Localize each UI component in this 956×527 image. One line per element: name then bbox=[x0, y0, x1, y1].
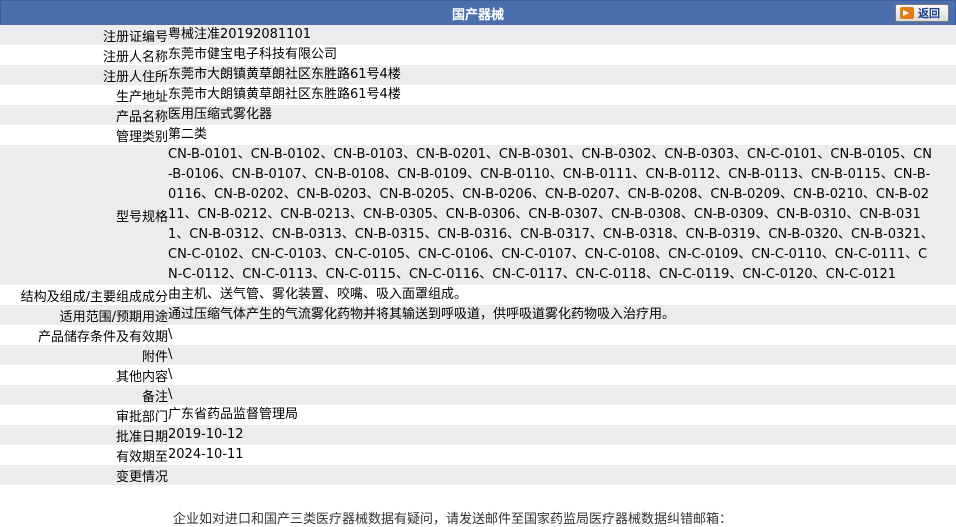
field-label: 适用范围/预期用途 bbox=[0, 305, 168, 325]
table-row: 产品储存条件及有效期 \ bbox=[0, 325, 956, 345]
field-value: 东莞市大朗镇黄草朗社区东胜路61号4楼 bbox=[168, 85, 956, 105]
table-row: 产品名称 医用压缩式雾化器 bbox=[0, 105, 956, 125]
field-value: \ bbox=[168, 365, 956, 385]
field-label: 产品储存条件及有效期 bbox=[0, 325, 168, 345]
table-row: 附件 \ bbox=[0, 345, 956, 365]
field-value: 由主机、送气管、雾化装置、咬嘴、吸入面罩组成。 bbox=[168, 285, 956, 305]
field-label: 结构及组成/主要组成成分 bbox=[0, 285, 168, 305]
device-detail-page: 国产器械 返回 注册证编号 粤械注准20192081101 注册人名称 东莞市健… bbox=[0, 0, 956, 527]
field-label: 型号规格 bbox=[0, 145, 168, 285]
field-label: 注册人名称 bbox=[0, 45, 168, 65]
table-row: 管理类别 第二类 bbox=[0, 125, 956, 145]
back-arrow-icon bbox=[900, 7, 914, 19]
table-row: 型号规格 CN-B-0101、CN-B-0102、CN-B-0103、CN-B-… bbox=[0, 145, 956, 285]
table-row: 注册人住所 东莞市大朗镇黄草朗社区东胜路61号4楼 bbox=[0, 65, 956, 85]
field-label: 有效期至 bbox=[0, 445, 168, 465]
detail-table: 注册证编号 粤械注准20192081101 注册人名称 东莞市健宝电子科技有限公… bbox=[0, 25, 956, 485]
table-row: 注册人名称 东莞市健宝电子科技有限公司 bbox=[0, 45, 956, 65]
field-label: 管理类别 bbox=[0, 125, 168, 145]
field-value: \ bbox=[168, 345, 956, 365]
table-row: 适用范围/预期用途 通过压缩气体产生的气流雾化药物并将其输送到呼吸道，供呼吸道雾… bbox=[0, 305, 956, 325]
field-label: 变更情况 bbox=[0, 465, 168, 485]
table-row: 注册证编号 粤械注准20192081101 bbox=[0, 25, 956, 45]
table-row: 批准日期 2019-10-12 bbox=[0, 425, 956, 445]
field-value: 粤械注准20192081101 bbox=[168, 25, 956, 45]
field-label: 产品名称 bbox=[0, 105, 168, 125]
field-label: 注册证编号 bbox=[0, 25, 168, 45]
back-button[interactable]: 返回 bbox=[895, 4, 949, 22]
model-spec-value: CN-B-0101、CN-B-0102、CN-B-0103、CN-B-0201、… bbox=[168, 147, 934, 282]
field-label: 附件 bbox=[0, 345, 168, 365]
table-row: 生产地址 东莞市大朗镇黄草朗社区东胜路61号4楼 bbox=[0, 85, 956, 105]
field-value: 医用压缩式雾化器 bbox=[168, 105, 956, 125]
table-row: 审批部门 广东省药品监督管理局 bbox=[0, 405, 956, 425]
feedback-note: 企业如对进口和国产三类医疗器械数据有疑问，请发送邮件至国家药监局医疗器械数据纠错… bbox=[173, 512, 733, 527]
field-value: 第二类 bbox=[168, 125, 956, 145]
field-value: 2019-10-12 bbox=[168, 425, 956, 445]
field-label: 其他内容 bbox=[0, 365, 168, 385]
field-value: 通过压缩气体产生的气流雾化药物并将其输送到呼吸道，供呼吸道雾化药物吸入治疗用。 bbox=[168, 305, 956, 325]
field-value: \ bbox=[168, 325, 956, 345]
field-value bbox=[168, 465, 956, 485]
field-label: 批准日期 bbox=[0, 425, 168, 445]
table-row: 变更情况 bbox=[0, 465, 956, 485]
field-label: 生产地址 bbox=[0, 85, 168, 105]
field-value: 东莞市健宝电子科技有限公司 bbox=[168, 45, 956, 65]
table-row: 备注 \ bbox=[0, 385, 956, 405]
page-title: 国产器械 bbox=[451, 7, 504, 23]
field-value: 广东省药品监督管理局 bbox=[168, 405, 956, 425]
field-value: 东莞市大朗镇黄草朗社区东胜路61号4楼 bbox=[168, 65, 956, 85]
back-button-label: 返回 bbox=[918, 7, 940, 20]
field-label: 备注 bbox=[0, 385, 168, 405]
table-row: 有效期至 2024-10-11 bbox=[0, 445, 956, 465]
field-label: 注册人住所 bbox=[0, 65, 168, 85]
table-row: 其他内容 \ bbox=[0, 365, 956, 385]
field-label: 审批部门 bbox=[0, 405, 168, 425]
field-value: 2024-10-11 bbox=[168, 445, 956, 465]
field-value: \ bbox=[168, 385, 956, 405]
page-header: 国产器械 返回 bbox=[0, 0, 956, 26]
table-row: 结构及组成/主要组成成分 由主机、送气管、雾化装置、咬嘴、吸入面罩组成。 bbox=[0, 285, 956, 305]
